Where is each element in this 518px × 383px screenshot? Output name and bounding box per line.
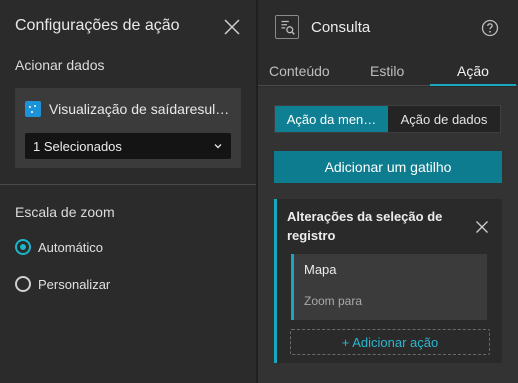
panel-tabs: Conteúdo Estilo Ação (258, 58, 518, 86)
action-item[interactable]: Mapa Zoom para (291, 254, 487, 320)
close-icon[interactable] (475, 220, 489, 234)
zoom-scale-label: Escala de zoom (15, 204, 115, 220)
query-settings-panel: Consulta Conteúdo Estilo Ação Ação da me… (258, 0, 518, 383)
trigger-card-title: Alterações da seleção de registro (287, 209, 443, 243)
action-settings-title: Configurações de ação (15, 17, 180, 34)
widget-icon (25, 101, 41, 117)
tab-content[interactable]: Conteúdo (269, 63, 330, 79)
zoom-option-automatic[interactable]: Automático (15, 239, 103, 255)
trigger-data-label: Acionar dados (15, 57, 105, 73)
trigger-source-row[interactable]: Visualização de saídaresul… (25, 98, 235, 120)
action-description: Zoom para (304, 294, 363, 308)
query-widget-icon (275, 15, 299, 39)
chevron-down-icon (214, 144, 222, 149)
help-icon[interactable] (481, 19, 499, 37)
action-tab-body: Ação da men… Ação de dados Adicionar um … (258, 87, 518, 383)
action-settings-header: Configurações de ação (0, 0, 256, 54)
message-action-label: Ação da men… (286, 111, 377, 127)
data-action-label: Ação de dados (400, 111, 488, 127)
close-icon[interactable] (222, 17, 242, 37)
radio-checked-icon[interactable] (15, 239, 31, 255)
selection-dropdown[interactable]: 1 Selecionados (25, 133, 231, 159)
section-divider (0, 184, 256, 185)
tab-style[interactable]: Estilo (370, 63, 404, 79)
action-target-name: Mapa (304, 262, 337, 277)
add-action-button[interactable]: + Adicionar ação (290, 329, 490, 355)
add-trigger-button[interactable]: Adicionar um gatilho (274, 151, 502, 183)
zoom-option-label: Automático (38, 239, 104, 255)
tab-action[interactable]: Ação (457, 63, 489, 79)
trigger-source-name: Visualização de saídaresul… (49, 101, 230, 117)
zoom-option-custom[interactable]: Personalizar (15, 276, 110, 292)
zoom-option-label: Personalizar (38, 276, 111, 292)
query-title: Consulta (311, 19, 371, 36)
action-settings-panel: Configurações de ação Acionar dados Visu… (0, 0, 256, 383)
query-header: Consulta (258, 0, 518, 56)
active-tab-indicator (430, 84, 516, 86)
trigger-data-card: Visualização de saídaresul… 1 Selecionad… (15, 88, 241, 168)
action-type-toggle: Ação da men… Ação de dados (274, 105, 501, 133)
radio-unchecked-icon[interactable] (15, 276, 31, 292)
selection-dropdown-value: 1 Selecionados (33, 138, 122, 154)
message-action-button[interactable]: Ação da men… (275, 106, 388, 132)
data-action-button[interactable]: Ação de dados (388, 106, 500, 132)
trigger-card: Alterações da seleção de registro Mapa Z… (274, 199, 502, 363)
